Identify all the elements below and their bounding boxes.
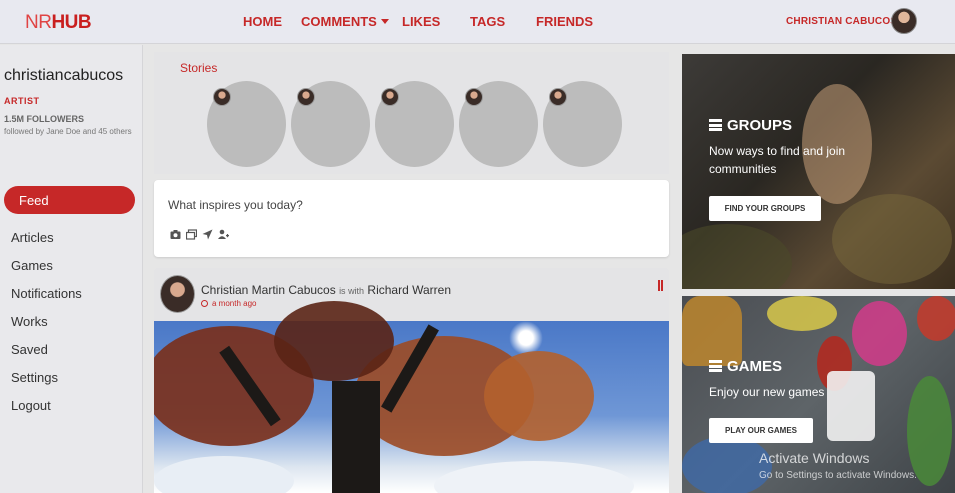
post-timestamp: a month ago xyxy=(201,299,256,308)
story-avatar xyxy=(213,88,231,106)
top-navbar: NRHUB HOME COMMENTS LIKES TAGS FRIENDS C… xyxy=(0,0,955,44)
sidebar-item-notifications[interactable]: Notifications xyxy=(11,286,82,301)
location-arrow-icon[interactable] xyxy=(202,227,213,240)
post-photo[interactable] xyxy=(154,301,669,493)
post-author-line: Christian Martin Cabucos is with Richard… xyxy=(201,283,451,297)
stories-title: Stories xyxy=(180,61,218,75)
story-avatar xyxy=(549,88,567,106)
camera-icon[interactable] xyxy=(170,227,181,239)
groups-card: GROUPS Now ways to find and join communi… xyxy=(682,54,955,289)
sidebar-item-games[interactable]: Games xyxy=(11,258,53,273)
nav-home[interactable]: HOME xyxy=(243,14,282,29)
profile-username: christiancabucos xyxy=(4,67,124,84)
layers-icon xyxy=(709,119,722,131)
profile-followed-by: followed by Jane Doe and 45 others xyxy=(4,127,132,136)
composer-actions xyxy=(170,227,229,240)
composer-input[interactable]: What inspires you today? xyxy=(168,198,303,212)
activation-watermark-title: Activate Windows xyxy=(759,450,870,466)
card-photo-piece xyxy=(917,296,955,341)
post-with-text: is with xyxy=(339,286,365,296)
post-author-name[interactable]: Christian Martin Cabucos xyxy=(201,283,336,297)
find-groups-button[interactable]: FIND YOUR GROUPS xyxy=(709,196,821,221)
profile-followers[interactable]: 1.5M FOLLOWERS xyxy=(4,114,84,124)
story-avatar xyxy=(465,88,483,106)
activation-watermark-subtitle: Go to Settings to activate Windows. xyxy=(759,470,917,481)
photo-trunk xyxy=(332,381,380,493)
layers-icon xyxy=(709,360,722,372)
photo-foliage xyxy=(484,351,594,441)
games-description: Enjoy our new games xyxy=(709,385,825,399)
groups-title: GROUPS xyxy=(709,117,792,134)
story-avatar xyxy=(297,88,315,106)
groups-title-text: GROUPS xyxy=(727,117,793,134)
post-composer: What inspires you today? xyxy=(154,180,669,257)
nav-comments-label: COMMENTS xyxy=(301,14,377,29)
clock-icon xyxy=(201,300,208,308)
logo[interactable]: NRHUB xyxy=(25,12,92,34)
logo-prefix: NR xyxy=(25,12,52,33)
nav-likes[interactable]: LIKES xyxy=(402,14,440,29)
post-author-avatar[interactable] xyxy=(160,275,195,313)
sidebar-item-articles[interactable]: Articles xyxy=(11,230,54,245)
nav-comments[interactable]: COMMENTS xyxy=(301,14,389,29)
sidebar-item-settings[interactable]: Settings xyxy=(11,370,58,385)
post-menu-icon[interactable] xyxy=(658,280,663,291)
tag-people-icon[interactable] xyxy=(218,227,229,239)
feed-post: Christian Martin Cabucos is with Richard… xyxy=(154,268,669,493)
games-title: GAMES xyxy=(709,358,782,375)
card-photo-piece xyxy=(767,296,837,331)
photo-cloud xyxy=(154,456,294,493)
groups-description: Now ways to find and join communities xyxy=(709,144,846,176)
left-sidebar: christiancabucos ARTIST 1.5M FOLLOWERS f… xyxy=(0,45,143,493)
card-photo-foliage xyxy=(682,224,792,289)
card-photo-piece xyxy=(852,301,907,366)
story-avatar xyxy=(381,88,399,106)
photo-cloud xyxy=(434,461,634,493)
user-avatar[interactable] xyxy=(891,8,917,34)
photo-sun xyxy=(509,321,543,355)
caret-down-icon xyxy=(380,19,389,25)
card-photo-dice xyxy=(827,371,875,441)
sidebar-item-feed[interactable]: Feed xyxy=(4,186,135,214)
card-photo-foliage xyxy=(832,194,952,284)
photo-foliage xyxy=(274,301,394,381)
card-photo-piece xyxy=(682,296,742,366)
profile-role: ARTIST xyxy=(4,96,40,106)
sidebar-item-logout[interactable]: Logout xyxy=(11,398,51,413)
post-tagged-name[interactable]: Richard Warren xyxy=(367,283,451,297)
logo-suffix: HUB xyxy=(51,12,92,33)
sidebar-item-works[interactable]: Works xyxy=(11,314,48,329)
sidebar-item-saved[interactable]: Saved xyxy=(11,342,48,357)
stories-panel: Stories xyxy=(154,52,669,174)
nav-tags[interactable]: TAGS xyxy=(470,14,505,29)
post-time-text: a month ago xyxy=(212,299,257,308)
play-games-button[interactable]: PLAY OUR GAMES xyxy=(709,418,813,443)
images-icon[interactable] xyxy=(185,227,198,240)
games-title-text: GAMES xyxy=(727,358,783,375)
user-menu-name[interactable]: CHRISTIAN CABUCOS xyxy=(786,16,897,27)
nav-friends[interactable]: FRIENDS xyxy=(536,14,593,29)
